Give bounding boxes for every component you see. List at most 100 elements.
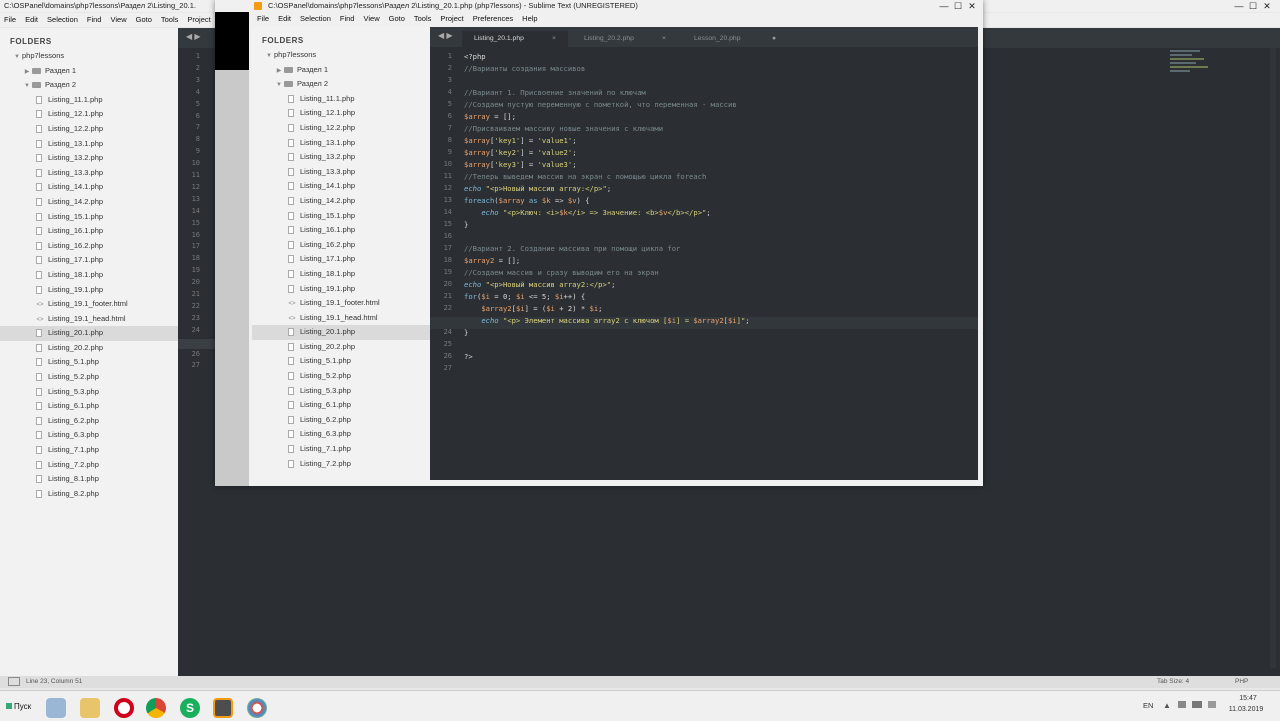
sidebar-file-item[interactable]: Listing_13.2.php — [0, 151, 178, 166]
sidebar-file-item[interactable]: Listing_20.1.php — [252, 325, 430, 340]
code-line[interactable]: echo "<p>Новый массив array:</p>"; — [464, 184, 611, 193]
sidebar-file-item[interactable]: Listing_7.1.php — [0, 443, 178, 458]
menu-file[interactable]: File — [257, 14, 269, 23]
sidebar-file-item[interactable]: Listing_14.1.php — [0, 180, 178, 195]
sidebar-file-item[interactable]: <> Listing_19.1_footer.html — [0, 297, 178, 312]
sidebar-file-item[interactable]: Listing_7.2.php — [0, 458, 178, 473]
sidebar-file-item[interactable]: Listing_16.1.php — [0, 224, 178, 239]
status-syntax[interactable]: PHP — [1235, 677, 1248, 687]
menu-edit[interactable]: Edit — [25, 15, 38, 24]
sidebar-file-item[interactable]: Listing_7.1.php — [252, 442, 430, 457]
sidebar-file-item[interactable]: Listing_13.1.php — [0, 137, 178, 152]
status-tab-size[interactable]: Tab Size: 4 — [1157, 677, 1189, 687]
code-line[interactable]: <?php — [464, 52, 486, 61]
sidebar-folder[interactable]: ▼ Раздел 2 — [0, 78, 178, 93]
sidebar-file-item[interactable]: Listing_13.3.php — [252, 165, 430, 180]
minimap[interactable] — [1170, 50, 1210, 80]
sidebar-file-item[interactable]: Listing_19.1.php — [0, 283, 178, 298]
code-line[interactable]: foreach($array as $k => $v) { — [464, 196, 590, 205]
sidebar-file-item[interactable]: Listing_15.1.php — [0, 210, 178, 225]
code-line[interactable]: ?> — [464, 352, 473, 361]
sidebar-file-item[interactable]: Listing_12.1.php — [252, 106, 430, 121]
code-line[interactable]: } — [464, 220, 468, 229]
sidebar-file-item[interactable]: Listing_20.1.php — [0, 326, 178, 341]
sidebar-file-item[interactable]: Listing_5.1.php — [252, 354, 430, 369]
tab-listing-20-2-php[interactable]: Listing_20.2.php × — [572, 31, 678, 47]
tab-lesson-20-php[interactable]: Lesson_20.php ● — [682, 31, 788, 47]
sidebar-file-item[interactable]: Listing_5.2.php — [0, 370, 178, 385]
code-line[interactable]: //Варианты создания массивов — [464, 64, 585, 73]
chevron-down-icon[interactable]: ▼ — [264, 49, 274, 64]
code-line[interactable]: } — [464, 328, 468, 337]
menu-tools[interactable]: Tools — [161, 15, 179, 24]
code-line[interactable]: for($i = 0; $i <= 5; $i++) { — [464, 292, 585, 301]
tab-listing-20-1-php[interactable]: Listing_20.1.php × — [462, 31, 568, 47]
code-line[interactable]: $array['key1'] = 'value1'; — [464, 136, 577, 145]
sidebar-file-item[interactable]: Listing_6.3.php — [0, 428, 178, 443]
clock-date[interactable]: 11.03.2019 — [1224, 706, 1268, 713]
chevron-down-icon[interactable]: ▼ — [22, 79, 32, 94]
sidebar-file-item[interactable]: <> Listing_19.1_head.html — [252, 311, 430, 326]
sidebar-file-item[interactable]: Listing_17.1.php — [0, 253, 178, 268]
code-line[interactable]: //Создаем массив и сразу выводим его на … — [464, 268, 659, 277]
sidebar-file-item[interactable]: Listing_15.1.php — [252, 209, 430, 224]
menu-help[interactable]: Help — [522, 14, 537, 23]
code-line[interactable]: //Присваиваем массиву новые значения с к… — [464, 124, 663, 133]
menu-edit[interactable]: Edit — [278, 14, 291, 23]
sidebar-file-item[interactable]: Listing_12.1.php — [0, 107, 178, 122]
sidebar-file-item[interactable]: Listing_5.2.php — [252, 369, 430, 384]
sidebar-file-item[interactable]: Listing_6.1.php — [0, 399, 178, 414]
app-icon[interactable] — [247, 698, 267, 718]
tab-nav-icon[interactable]: ◀ ▶ — [438, 31, 453, 40]
sidebar-file-item[interactable]: Listing_6.3.php — [252, 427, 430, 442]
sidebar-file-item[interactable]: Listing_16.2.php — [252, 238, 430, 253]
start-button[interactable]: Пуск — [2, 699, 35, 715]
sidebar-file-item[interactable]: Listing_13.1.php — [252, 136, 430, 151]
code-line[interactable]: $array = []; — [464, 112, 516, 121]
sidebar-file-item[interactable]: Listing_5.1.php — [0, 355, 178, 370]
menu-goto[interactable]: Goto — [389, 14, 405, 23]
sidebar-file-item[interactable]: Listing_13.2.php — [252, 150, 430, 165]
menu-file[interactable]: File — [4, 15, 16, 24]
menu-view[interactable]: View — [110, 15, 126, 24]
sidebar-file-item[interactable]: Listing_20.2.php — [252, 340, 430, 355]
chevron-right-icon[interactable]: ▶ — [22, 65, 32, 80]
language-indicator[interactable]: EN — [1143, 701, 1153, 710]
menu-project[interactable]: Project — [440, 14, 463, 23]
sidebar-file-item[interactable]: Listing_11.1.php — [0, 93, 178, 108]
sidebar-file-item[interactable]: Listing_11.1.php — [252, 92, 430, 107]
code-line[interactable]: //Теперь выведем массив на экран с помощ… — [464, 172, 706, 181]
close-tab-icon[interactable]: × — [662, 31, 666, 47]
chevron-down-icon[interactable]: ▼ — [12, 50, 22, 65]
menu-selection[interactable]: Selection — [47, 15, 78, 24]
sidebar-file-item[interactable]: Listing_8.1.php — [0, 472, 178, 487]
close-tab-icon[interactable]: × — [552, 31, 556, 47]
sidebar-file-item[interactable]: Listing_14.2.php — [252, 194, 430, 209]
menu-project[interactable]: Project — [187, 15, 210, 24]
skype-icon[interactable]: S — [180, 698, 200, 718]
menu-goto[interactable]: Goto — [136, 15, 152, 24]
chevron-right-icon[interactable]: ▶ — [274, 64, 284, 79]
sidebar-folder[interactable]: ▶ Раздел 1 — [0, 64, 178, 79]
chrome-icon[interactable] — [146, 698, 166, 718]
sidebar-folder[interactable]: ▶ Раздел 1 — [252, 63, 430, 78]
tab-nav-icon[interactable]: ◀ ▶ — [186, 32, 201, 41]
sidebar-file-item[interactable]: Listing_16.1.php — [252, 223, 430, 238]
close-icon[interactable]: ✕ — [1260, 0, 1274, 12]
code-line[interactable]: echo "<p> Элемент массива array2 с ключо… — [464, 316, 749, 325]
volume-icon[interactable] — [1208, 701, 1216, 708]
opera-icon[interactable] — [114, 698, 134, 718]
menu-preferences[interactable]: Preferences — [473, 14, 513, 23]
sidebar-file-item[interactable]: Listing_5.3.php — [252, 384, 430, 399]
menu-find[interactable]: Find — [340, 14, 355, 23]
menu-tools[interactable]: Tools — [414, 14, 432, 23]
scrollbar[interactable] — [1270, 48, 1276, 668]
sidebar-file-item[interactable]: Listing_12.2.php — [252, 121, 430, 136]
minimize-icon[interactable]: — — [1232, 0, 1246, 12]
file-manager-icon[interactable] — [46, 698, 66, 718]
sidebar-file-item[interactable]: Listing_14.2.php — [0, 195, 178, 210]
sidebar-file-item[interactable]: Listing_12.2.php — [0, 122, 178, 137]
maximize-icon[interactable]: ☐ — [951, 0, 965, 12]
sidebar-file-item[interactable]: Listing_5.3.php — [0, 385, 178, 400]
console-icon[interactable] — [8, 677, 20, 686]
